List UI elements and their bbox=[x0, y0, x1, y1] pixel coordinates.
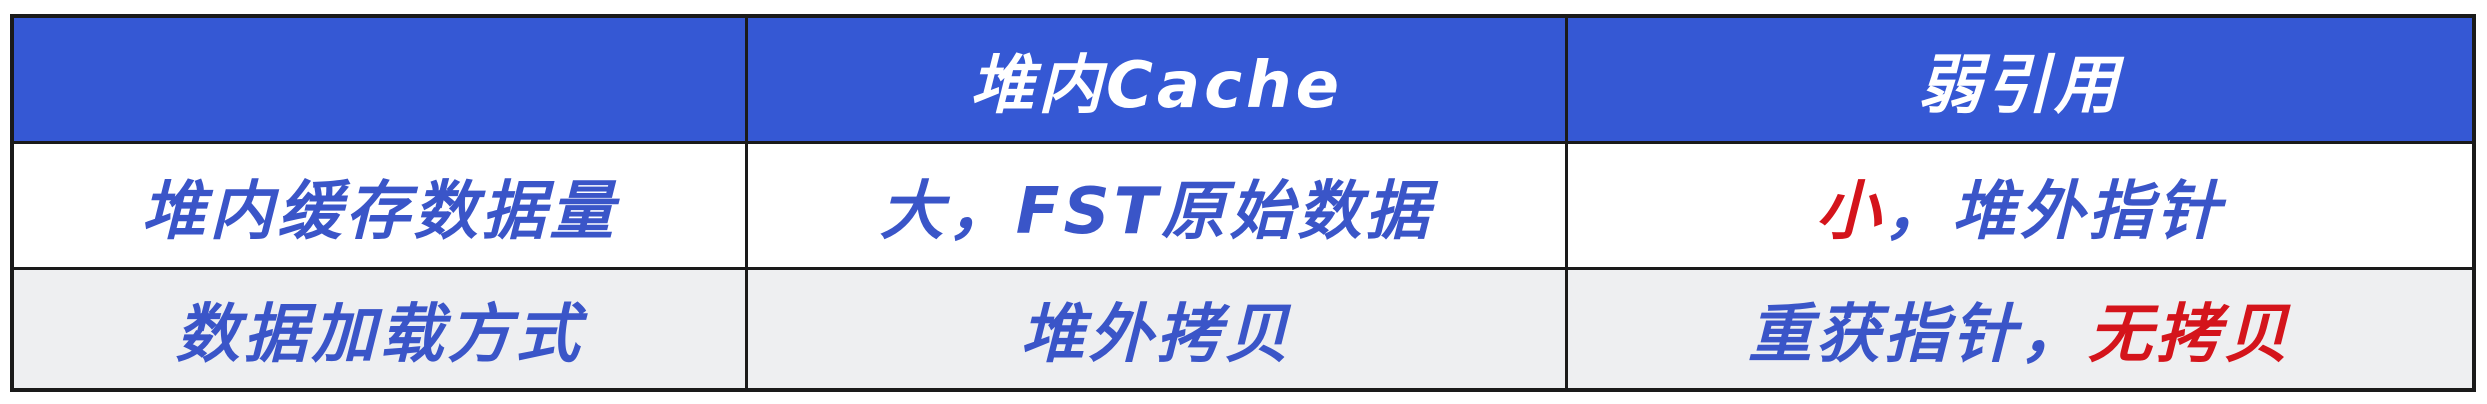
header-cell-empty bbox=[14, 18, 748, 144]
cell-heap-cache-size-value: 大，FST原始数据 bbox=[748, 144, 1568, 270]
highlight-text: 小 bbox=[1816, 174, 1884, 249]
row-label-data-loading-method: 数据加载方式 bbox=[14, 270, 748, 388]
highlight-text: 无拷贝 bbox=[2088, 298, 2292, 372]
cell-heap-cache-loading-value: 堆外拷贝 bbox=[748, 270, 1568, 388]
cell-weak-ref-loading-value: 重获指针， 无拷贝 bbox=[1568, 270, 2472, 388]
header-cell-weak-reference: 弱引用 bbox=[1568, 18, 2472, 144]
cell-text: ，堆外指针 bbox=[1884, 174, 2224, 249]
cell-text: 重获指针， bbox=[1748, 298, 2088, 372]
header-cell-heap-cache: 堆内Cache bbox=[748, 18, 1568, 144]
cell-weak-ref-size-value: 小，堆外指针 bbox=[1568, 144, 2472, 270]
comparison-table: 堆内Cache 弱引用 堆内缓存数据量 大，FST原始数据 小，堆外指针 数据加… bbox=[10, 14, 2476, 392]
row-label-heap-cache-size: 堆内缓存数据量 bbox=[14, 144, 748, 270]
